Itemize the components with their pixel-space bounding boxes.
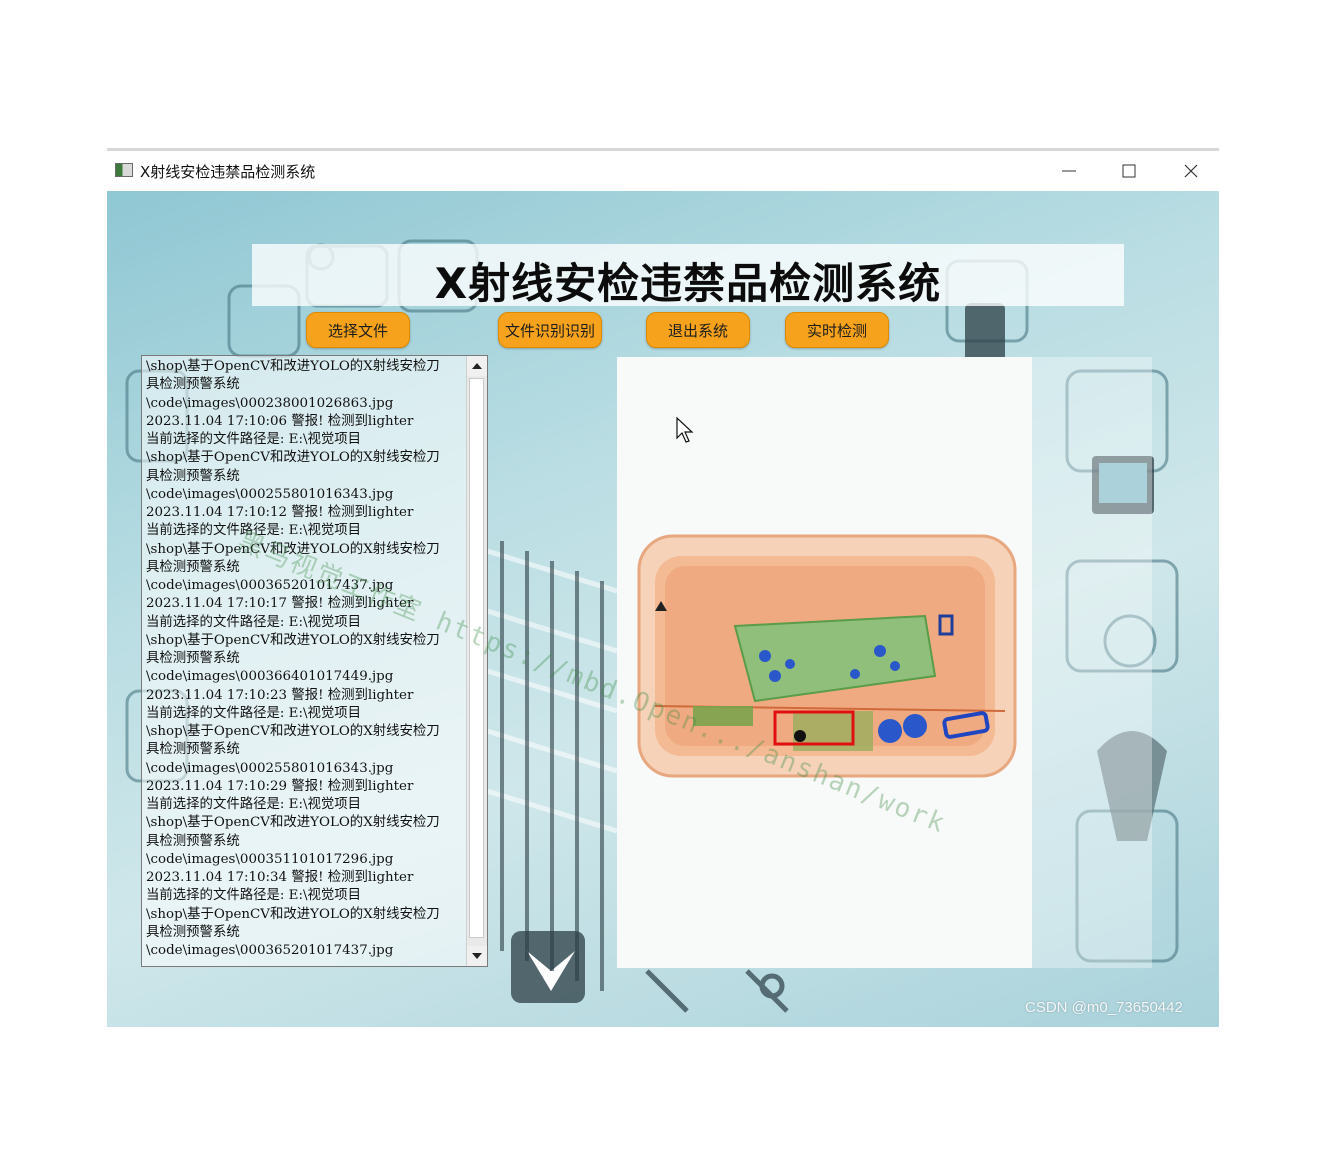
scroll-down-button[interactable] [467, 946, 487, 966]
log-line: 2023.11.04 17:10:34 警报! 检测到lighter [146, 870, 414, 885]
title-banner: X射线安检违禁品检测系统 [252, 244, 1124, 308]
log-line: 具检测预警系统 [146, 377, 240, 393]
log-line: \shop\基于OpenCV和改进YOLO的X射线安检刀 [146, 815, 440, 831]
log-line: \shop\基于OpenCV和改进YOLO的X射线安检刀 [146, 632, 440, 648]
log-line: 2023.11.04 17:10:12 警报! 检测到lighter [146, 505, 414, 520]
log-line: 当前选择的文件路径是: E:\视觉项目 [146, 523, 362, 539]
log-line: \code\images\000255801016343.jpg [146, 760, 394, 776]
log-line: \code\images\000255801016343.jpg [146, 486, 394, 502]
log-line: 具检测预警系统 [146, 833, 240, 849]
log-line: \shop\基于OpenCV和改进YOLO的X射线安检刀 [146, 724, 440, 739]
log-line: \shop\基于OpenCV和改进YOLO的X射线安检刀 [146, 906, 440, 922]
maximize-button[interactable] [1107, 155, 1151, 187]
log-line: 当前选择的文件路径是: E:\视觉项目 [146, 705, 362, 721]
minimize-button[interactable] [1047, 155, 1091, 187]
display-margin [1032, 357, 1152, 968]
scroll-up-button[interactable] [467, 356, 487, 376]
window-title: X射线安检违禁品检测系统 [140, 163, 316, 181]
log-lines: \shop\基于OpenCV和改进YOLO的X射线安检刀 具检测预警系统 \code… [146, 358, 464, 960]
app-window: X射线安检违禁品检测系统 X射线安检违禁品检测系统 选择文件 文件识别识别 退出… [107, 148, 1219, 1027]
cursor-icon [676, 416, 694, 443]
log-line: 具检测预警系统 [146, 468, 240, 484]
log-line: \shop\基于OpenCV和改进YOLO的X射线安检刀 [146, 450, 440, 466]
log-output[interactable]: \shop\基于OpenCV和改进YOLO的X射线安检刀 具检测预警系统 \code… [141, 355, 488, 967]
log-line: 当前选择的文件路径是: E:\视觉项目 [146, 797, 362, 812]
log-line: 当前选择的文件路径是: E:\视觉项目 [146, 888, 362, 904]
minimize-icon [1062, 170, 1076, 172]
log-line: 2023.11.04 17:10:29 警报! 检测到lighter [146, 778, 414, 794]
exit-system-button[interactable]: 退出系统 [646, 312, 750, 348]
log-scrollbar[interactable] [466, 356, 487, 966]
client-area: X射线安检违禁品检测系统 选择文件 文件识别识别 退出系统 实时检测 \shop… [107, 191, 1219, 1027]
page-title: X射线安检违禁品检测系统 [434, 259, 942, 308]
log-line: 当前选择的文件路径是: E:\视觉项目 [146, 432, 362, 447]
log-line: 2023.11.04 17:10:23 警报! 检测到lighter [146, 687, 414, 703]
log-line: 具检测预警系统 [146, 924, 240, 940]
log-line: \code\images\000366401017449.jpg [146, 669, 394, 685]
close-icon [1184, 164, 1198, 178]
realtime-detection-button[interactable]: 实时检测 [785, 312, 889, 348]
log-line: 2023.11.04 17:10:06 警报! 检测到lighter [146, 413, 414, 429]
scroll-down-icon [472, 953, 482, 959]
log-line: \shop\基于OpenCV和改进YOLO的X射线安检刀 [146, 359, 440, 374]
title-bar[interactable]: X射线安检违禁品检测系统 [107, 151, 1219, 191]
log-line: \code\images\000238001026863.jpg [146, 395, 394, 411]
csdn-watermark: CSDN @m0_73650442 [1025, 999, 1183, 1016]
maximize-icon [1122, 164, 1136, 178]
log-line: 具检测预警系统 [146, 651, 240, 666]
log-line: \code\images\000351101017296.jpg [146, 851, 394, 867]
close-button[interactable] [1169, 155, 1213, 187]
select-file-button[interactable]: 选择文件 [306, 312, 410, 348]
file-recognition-button[interactable]: 文件识别识别 [498, 312, 602, 348]
scroll-up-icon [472, 363, 482, 369]
log-line: \code\images\000365201017437.jpg [146, 943, 394, 958]
log-line: 具检测预警系统 [146, 742, 240, 758]
scroll-thumb[interactable] [469, 378, 484, 938]
app-icon [115, 163, 133, 177]
